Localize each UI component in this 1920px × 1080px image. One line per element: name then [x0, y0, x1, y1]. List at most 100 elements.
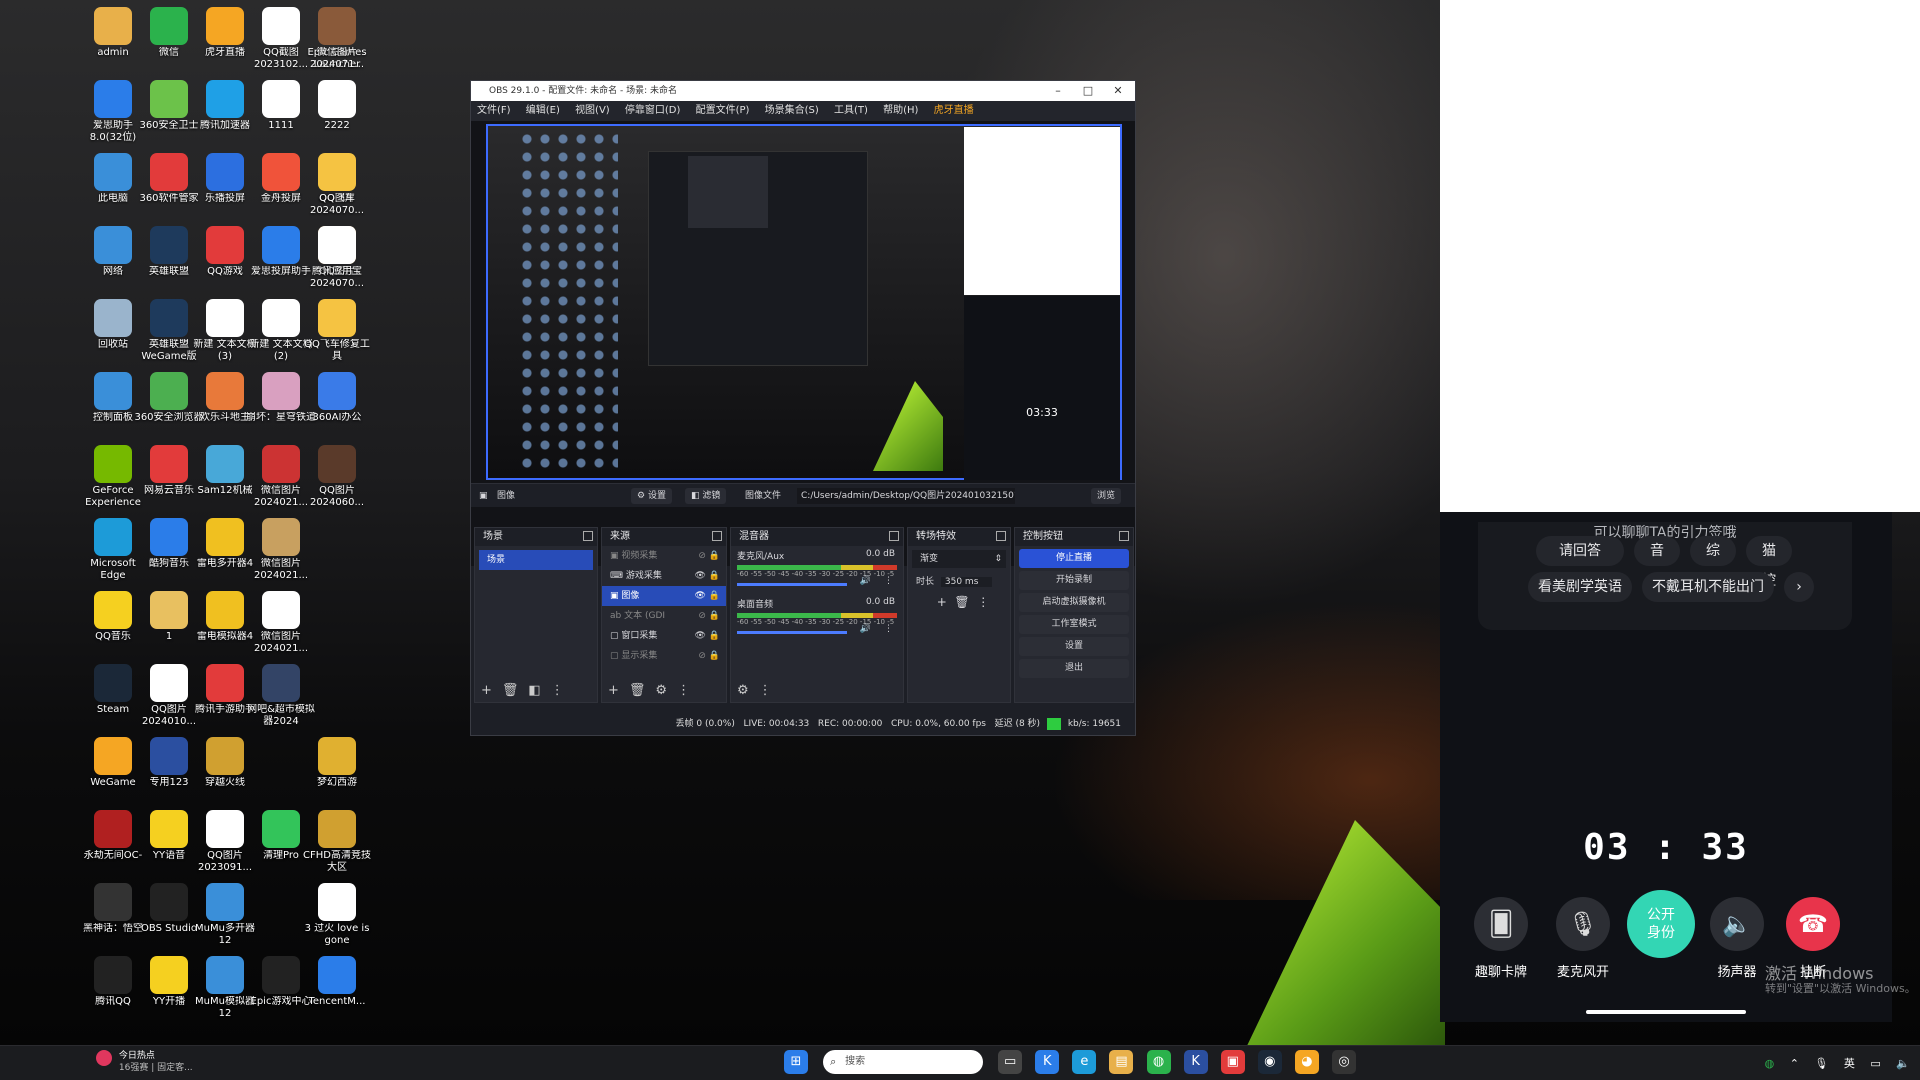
source-settings-button[interactable]: ⚙ 设置 — [631, 488, 672, 504]
menu-edit[interactable]: 编辑(E) — [526, 101, 560, 121]
image-path-field[interactable]: C:/Users/admin/Desktop/QQ图片2024010321501… — [797, 488, 1015, 504]
taskbar-search[interactable]: ⌕ 搜索 — [823, 1050, 984, 1074]
reveal-identity-button[interactable]: 公开 身份 — [1626, 890, 1696, 958]
scene-item[interactable]: 场景 — [479, 550, 593, 570]
desktop-shortcut[interactable]: QQ飞车 — [302, 150, 372, 222]
obs-titlebar[interactable]: OBS 29.1.0 - 配置文件: 未命名 - 场景: 未命名 – □ ✕ — [471, 81, 1135, 101]
speaker-icon[interactable]: 🔊 — [860, 576, 871, 586]
start-virtual-camera-button[interactable]: 启动虚拟摄像机 — [1019, 593, 1129, 612]
volume-fader[interactable] — [737, 631, 847, 634]
news-widget[interactable]: 今日热点 16强赛 | 固定客... — [96, 1050, 193, 1074]
preview-canvas[interactable]: 03:33 — [486, 124, 1122, 480]
speaker-icon[interactable]: 🔊 — [860, 624, 871, 634]
start-recording-button[interactable]: 开始录制 — [1019, 571, 1129, 590]
maximize-icon[interactable]: □ — [1073, 81, 1103, 101]
more-icon[interactable]: ⋮ — [977, 595, 989, 609]
home-indicator[interactable] — [1586, 1010, 1746, 1014]
desktop-shortcut[interactable]: 网吧&超市模拟器2024 — [246, 661, 316, 733]
desktop-shortcut[interactable]: 腾讯应用宝 — [302, 223, 372, 295]
eye-icon[interactable]: 👁 🔒 — [695, 566, 721, 586]
eye-icon[interactable]: 👁 🔒 — [695, 626, 721, 646]
trash-icon[interactable]: 🗑 — [629, 683, 646, 698]
more-icon[interactable]: ⋮ — [677, 683, 690, 698]
volume-icon[interactable]: 🔈 — [1896, 1057, 1910, 1070]
stop-streaming-button[interactable]: 停止直播 — [1019, 549, 1129, 568]
eye-hidden-icon[interactable]: ⊘ 🔒 — [698, 546, 720, 566]
source-filters-button[interactable]: ◧ 滤镜 — [685, 488, 727, 504]
wechat-tray-icon[interactable]: ◍ — [1765, 1057, 1775, 1070]
volume-fader[interactable] — [737, 583, 847, 586]
input-language[interactable]: 英 — [1844, 1057, 1855, 1070]
obs-preview-area[interactable]: 03:33 ▣ 图像 ⚙ 设置 ◧ 滤镜 图像文件 C:/Users/admin… — [471, 121, 1135, 566]
kugou-icon[interactable]: K — [1035, 1050, 1060, 1074]
source-item[interactable]: ▣ 图像 👁 🔒 — [602, 586, 726, 606]
trash-icon[interactable]: 🗑 — [954, 595, 969, 609]
studio-mode-button[interactable]: 工作室模式 — [1019, 615, 1129, 634]
interest-tag[interactable]: 看美剧学英语 — [1528, 572, 1632, 602]
add-icon[interactable]: + — [481, 683, 492, 698]
speaker-button[interactable]: 🔈 扬声器 — [1702, 897, 1772, 980]
desktop-shortcut[interactable]: 微信图片 2024021... — [246, 588, 316, 660]
close-icon[interactable]: ✕ — [1103, 81, 1133, 101]
network-icon[interactable]: ▭ — [1870, 1057, 1880, 1070]
add-icon[interactable]: + — [608, 683, 619, 698]
desktop-shortcut[interactable]: MuMu多开器12 — [190, 880, 260, 952]
menu-scene-collection[interactable]: 场景集合(S) — [765, 101, 819, 121]
popout-icon[interactable] — [889, 531, 899, 541]
source-item[interactable]: ▣ 视频采集 ⊘ 🔒 — [602, 546, 726, 566]
eye-hidden-icon[interactable]: ⊘ 🔒 — [698, 646, 720, 666]
interest-tag[interactable]: 请回答1988 — [1536, 536, 1624, 589]
file-explorer-icon[interactable]: ▤ — [1109, 1050, 1134, 1074]
more-icon[interactable]: ⋮ — [884, 576, 893, 586]
desktop-shortcut[interactable]: 穿越火线 — [190, 734, 260, 806]
more-icon[interactable]: ⋮ — [759, 683, 772, 698]
desktop-shortcut[interactable]: 梦幻西游 — [302, 734, 372, 806]
interest-tag[interactable]: 猫控 — [1746, 536, 1792, 589]
menu-profile[interactable]: 配置文件(P) — [696, 101, 750, 121]
gear-icon[interactable]: ⚙ — [655, 683, 667, 698]
settings-button[interactable]: 设置 — [1019, 637, 1129, 656]
menu-file[interactable]: 文件(F) — [477, 101, 511, 121]
desktop-shortcut[interactable]: 微信图片 2024021... — [246, 515, 316, 587]
more-icon[interactable]: ⋮ — [884, 624, 893, 634]
microphone-tray-icon[interactable]: 🎙 — [1814, 1057, 1828, 1070]
trash-icon[interactable]: 🗑 — [502, 683, 519, 698]
minimize-icon[interactable]: – — [1043, 81, 1073, 101]
advanced-audio-icon[interactable]: ⚙ — [737, 683, 749, 698]
k-app-icon[interactable]: K — [1183, 1050, 1208, 1074]
menu-help[interactable]: 帮助(H) — [883, 101, 918, 121]
microphone-button[interactable]: 🎙 麦克风开 — [1548, 897, 1618, 980]
transition-select[interactable]: 渐变 ⇕ — [912, 550, 1006, 568]
desktop-shortcut[interactable]: CFHD高清竞技大区 — [302, 807, 372, 879]
desktop-shortcut[interactable]: 2222 — [302, 77, 372, 149]
start-icon[interactable]: ⊞ — [784, 1050, 808, 1074]
popout-icon[interactable] — [996, 531, 1006, 541]
red-app-icon[interactable]: ▣ — [1220, 1050, 1245, 1074]
desktop-shortcut[interactable]: 360AI办公 — [302, 369, 372, 441]
filter-icon[interactable]: ◧ — [528, 683, 540, 698]
edge-icon[interactable]: e — [1072, 1050, 1097, 1074]
menu-docks[interactable]: 停靠窗口(D) — [625, 101, 681, 121]
fun-card-button[interactable]: 🂠 趣聊卡牌 — [1466, 897, 1536, 980]
interest-tag[interactable]: 音乐 — [1634, 536, 1680, 589]
desktop-shortcut[interactable]: QQ飞车修复工具 — [302, 296, 372, 368]
add-icon[interactable]: + — [937, 595, 947, 609]
source-item[interactable]: ▢ 窗口采集 👁 🔒 — [602, 626, 726, 646]
eye-icon[interactable]: 👁 🔒 — [695, 586, 721, 606]
desktop-shortcut[interactable]: QQ图片 2024060... — [302, 442, 372, 514]
task-view-icon[interactable]: ▭ — [998, 1050, 1023, 1074]
menu-tools[interactable]: 工具(T) — [834, 101, 868, 121]
obs-taskbar-icon[interactable]: ◎ — [1332, 1050, 1357, 1074]
duration-field[interactable]: 350 ms — [940, 577, 993, 587]
more-icon[interactable]: ⋮ — [551, 683, 564, 698]
source-item[interactable]: ab 文本 (GDI ⊘ 🔒 — [602, 606, 726, 626]
chevron-up-icon[interactable]: ⌃ — [1790, 1057, 1799, 1070]
desktop-shortcut[interactable]: TencentM... — [302, 953, 372, 1025]
browse-button[interactable]: 浏览 — [1091, 488, 1122, 504]
source-item[interactable]: ⌨ 游戏采集 👁 🔒 — [602, 566, 726, 586]
huya-icon[interactable]: ◕ — [1294, 1050, 1319, 1074]
source-item[interactable]: ▢ 显示采集 ⊘ 🔒 — [602, 646, 726, 666]
desktop-shortcut[interactable]: 3 过火 love is gone — [302, 880, 372, 952]
popout-icon[interactable] — [583, 531, 593, 541]
desktop-shortcut[interactable]: 微信图片 2024071... — [302, 4, 372, 76]
